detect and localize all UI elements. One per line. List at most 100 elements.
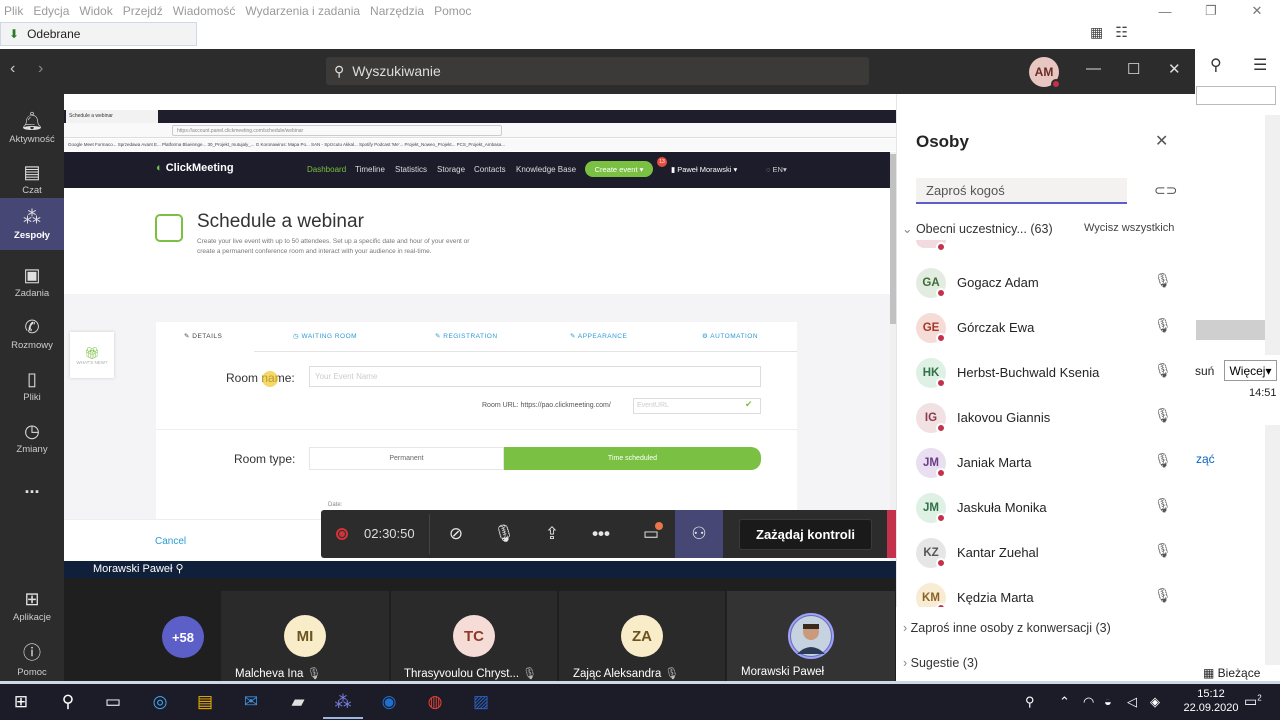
back-arrow-icon[interactable]: ‹ [10,60,15,78]
teams-taskbar-icon[interactable]: ⁂ [330,691,356,713]
date-label: Date: [328,502,343,508]
cm-nav-contacts: Contacts [474,165,506,174]
outlook-more-button[interactable]: Więcej ▾ [1224,360,1277,381]
wifi-icon[interactable]: ◠ [1083,694,1094,710]
search-input[interactable]: ⚲ Wyszukiwanie [326,57,869,85]
rail-teams[interactable]: ⁂ Zespoły [0,198,64,250]
maximize-icon[interactable]: ☐ [1127,60,1140,78]
mute-all-button[interactable]: Wycisz wszystkich [1084,222,1174,234]
mic-off-icon[interactable]: 🎙︎ [1154,497,1172,514]
thunderbird-icon[interactable]: ◉ [376,691,402,713]
mic-off-icon[interactable]: 🎙︎ [489,522,519,546]
chevron-up-icon[interactable]: ⌃ [1059,694,1070,710]
current-participants-header[interactable]: ⌄ Obecni uczestnicy... (63) [902,221,1053,236]
mic-off-icon[interactable]: 🎙︎ [1154,317,1172,334]
network-icon[interactable]: ◒ [1104,694,1112,709]
close-icon[interactable]: ✕ [1234,0,1280,22]
rail-assignments[interactable]: ▣ Zadania [0,256,64,308]
close-icon[interactable]: ✕ [1168,60,1181,78]
outlook-folder-tab[interactable]: ⬇ Odebrane [0,22,197,46]
menu-tools[interactable]: Narzędzia [370,4,424,18]
request-control-button[interactable]: Zażądaj kontroli [739,519,872,550]
camera-off-icon[interactable]: ⊘ [441,522,471,546]
people-icon[interactable]: ⚲ [1025,694,1035,710]
outlook-quick-filter[interactable] [1196,86,1276,105]
menu-view[interactable]: Widok [79,4,112,18]
rail-shifts[interactable]: ◷ Zmiany [0,412,64,464]
tab-label: APPEARANCE [577,333,628,340]
volume-icon[interactable]: ◁ [1127,694,1137,710]
edge-icon[interactable]: ◎ [147,691,173,713]
search-icon: ⚲ [334,62,345,79]
participant-list-item[interactable]: IG Iakovou Giannis 🎙︎ [916,403,1186,448]
rail-more[interactable]: ... [0,462,64,514]
invite-input[interactable]: Zaproś kogoś [916,178,1127,204]
person-photo-icon [791,616,831,656]
rail-label: Aplikacje [12,612,52,623]
menu-message[interactable]: Wiadomość [173,4,236,18]
mic-off-icon[interactable]: 🎙︎ [1154,362,1172,379]
close-icon[interactable]: ✕ [1155,131,1168,151]
menu-events[interactable]: Wydarzenia i zadania [245,4,360,18]
chrome-icon[interactable]: ◍ [422,691,448,713]
minimize-icon[interactable]: — [1142,0,1188,22]
menu-help[interactable]: Pomoc [434,4,471,18]
search-icon[interactable]: ⚲ [55,691,81,713]
windows-start-icon[interactable]: ⊞ [8,691,34,713]
participant-list-item[interactable]: JM Janiak Marta 🎙︎ [916,448,1186,493]
tab-label: DETAILS [192,333,223,340]
participant-list-item[interactable]: GA Gogacz Adam 🎙︎ [916,268,1186,313]
outlook-current-view[interactable]: ▦ Bieżące [1203,666,1260,680]
hamburger-menu-icon[interactable]: ☰ [1253,55,1267,75]
rail-activity[interactable]: 🔔︎ Aktywność [0,102,64,154]
inbox-download-icon: ⬇ [9,27,20,41]
menu-edit[interactable]: Edycja [33,4,69,18]
outlook-delete-button[interactable]: suń [1195,364,1214,378]
pin-icon: ⚲ [175,563,184,575]
participant-list-item[interactable]: GE Górczak Ewa 🎙︎ [916,313,1186,358]
rail-help[interactable]: ⓘ Pomoc [0,632,64,684]
more-actions-icon[interactable]: ••• [586,522,616,546]
tasks-icon[interactable]: ☷ [1115,24,1128,41]
link-icon[interactable]: ⊂⊃ [1154,182,1177,199]
participant-list-item[interactable]: HK Herbst-Buchwald Ksenia 🎙︎ [916,358,1186,403]
logo-mark-icon: ◐ [156,162,166,174]
minimize-icon[interactable]: — [1086,60,1101,77]
suggestions-section[interactable]: › Sugestie (3) [903,656,978,670]
rail-calls[interactable]: ✆ Rozmowy [0,308,64,360]
mic-off-icon[interactable]: 🎙︎ [1154,542,1172,559]
menu-file[interactable]: Plik [4,4,23,18]
search-icon[interactable]: ⚲ [1210,55,1222,75]
participant-list-item[interactable]: JM Jaskuła Monika 🎙︎ [916,493,1186,538]
taskbar-clock[interactable]: 15:12 22.09.2020 [1183,687,1239,715]
outlook-scrollbar[interactable] [1265,115,1280,355]
restore-icon[interactable]: ❐ [1188,0,1234,22]
mic-off-icon[interactable]: 🎙︎ [1154,587,1172,604]
more-participants-badge[interactable]: +58 [162,616,204,658]
mic-off-icon[interactable]: 🎙︎ [1154,452,1172,469]
check-icon: ✔ [745,399,753,409]
rail-files[interactable]: ▯ Pliki [0,360,64,412]
people-panel-title: Osoby [916,132,969,151]
mic-off-icon[interactable]: 🎙︎ [1154,407,1172,424]
menu-go[interactable]: Przejdź [123,4,163,18]
rail-apps[interactable]: ⊞ Aplikacje [0,580,64,632]
file-explorer-icon[interactable]: ▰ [285,691,311,713]
outlook-link[interactable]: ząć [1196,452,1215,466]
store-icon[interactable]: ▤ [192,691,218,713]
forward-arrow-icon[interactable]: › [38,60,43,78]
outlook-selected-row[interactable] [1196,320,1265,340]
notifications-icon[interactable]: ▭2 [1244,693,1262,710]
user-avatar[interactable]: AM [1029,57,1061,89]
dropbox-icon[interactable]: ◈ [1150,694,1160,710]
calendar-icon[interactable]: ▦ [1090,24,1103,41]
mic-off-icon[interactable]: 🎙︎ [1154,272,1172,289]
meeting-timer: 02:30:50 [364,526,415,541]
outlook-scrollbar[interactable] [1265,425,1280,665]
invite-others-section[interactable]: › Zaproś inne osoby z konwersacji (3) [903,621,1111,635]
task-view-icon[interactable]: ▭ [100,691,126,713]
mail-icon[interactable]: ✉ [238,691,264,713]
share-screen-icon[interactable]: ⇪ [537,522,567,546]
word-icon[interactable]: ▨ [468,691,494,713]
participant-list-item[interactable]: KZ Kantar Zuehal 🎙︎ [916,538,1186,583]
